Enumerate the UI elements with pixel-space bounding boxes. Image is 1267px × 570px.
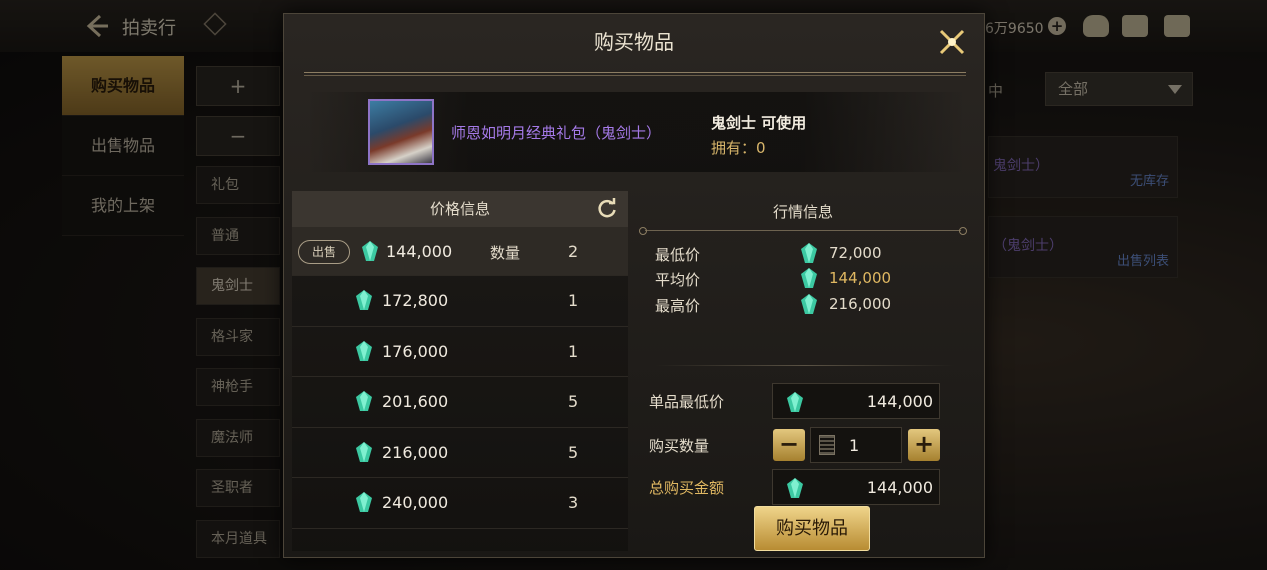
market-info-title: 行情信息 [772, 203, 833, 221]
dialog-title: 购买物品 [594, 30, 674, 54]
gem-icon [356, 492, 372, 512]
gem-icon [356, 290, 372, 310]
price-row[interactable]: 出售 144,000 数量 2 [292, 227, 628, 276]
gem-icon [787, 392, 803, 412]
gem-icon [362, 241, 378, 261]
min-price-label: 最低价 [655, 246, 701, 264]
price-row[interactable]: 176,000 1 [292, 327, 628, 377]
qty-value: 3 [568, 493, 579, 512]
max-price-label: 最高价 [655, 297, 701, 315]
price-info-header: 价格信息 [292, 191, 628, 227]
total-amount-label: 总购买金额 [649, 479, 725, 497]
gem-icon [787, 478, 803, 498]
price-value: 201,600 [382, 392, 449, 411]
min-price-value: 72,000 [829, 244, 882, 262]
avg-price-row: 平均价 144,000 [655, 268, 891, 290]
price-value: 144,000 [386, 242, 453, 261]
gem-icon [801, 268, 817, 288]
min-price-row: 最低价 72,000 [655, 243, 882, 265]
buy-item-dialog: 购买物品 师恩如明月经典礼包（鬼剑士） 鬼剑士 可使用 拥有：0 价格信息 出售… [283, 13, 985, 558]
price-row[interactable]: 201,600 5 [292, 377, 628, 428]
sell-badge: 出售 [298, 240, 350, 264]
buy-item-button[interactable]: 购买物品 [754, 506, 870, 551]
price-info-panel: 价格信息 出售 144,000 数量 2 172,800 1 176,000 1… [292, 191, 628, 551]
item-icon [368, 99, 434, 165]
decrease-qty-button[interactable]: − [773, 429, 805, 461]
price-row[interactable]: 216,000 5 [292, 428, 628, 478]
total-amount-field: 144,000 [772, 469, 940, 505]
increase-qty-button[interactable]: + [908, 429, 940, 461]
gem-icon [801, 243, 817, 263]
refresh-icon[interactable] [596, 197, 618, 219]
qty-value: 5 [568, 442, 579, 462]
price-value: 216,000 [382, 442, 449, 462]
quantity-value: 1 [849, 436, 860, 455]
job-usable-text: 鬼剑士 可使用 [711, 114, 807, 132]
gem-icon [356, 391, 372, 411]
gem-icon [356, 441, 372, 462]
qty-value: 5 [568, 392, 579, 411]
market-divider [639, 227, 967, 235]
qty-label: 数量 [490, 244, 521, 262]
gem-icon [356, 340, 372, 361]
qty-value: 1 [568, 291, 579, 310]
price-info-title: 价格信息 [429, 200, 490, 218]
price-row[interactable]: 240,000 3 [292, 478, 628, 529]
price-value: 172,800 [382, 291, 449, 310]
owned-count: 拥有：0 [711, 139, 766, 157]
avg-price-value: 144,000 [829, 269, 892, 287]
calculator-icon[interactable] [819, 435, 835, 455]
purchase-qty-label: 购买数量 [649, 437, 710, 455]
price-value: 240,000 [382, 493, 449, 512]
unit-min-price-label: 单品最低价 [649, 393, 725, 411]
price-value: 176,000 [382, 341, 449, 361]
title-divider [304, 72, 966, 76]
price-row[interactable]: 172,800 1 [292, 276, 628, 327]
section-divider [655, 365, 955, 366]
total-amount-value: 144,000 [866, 478, 933, 497]
max-price-row: 最高价 216,000 [655, 294, 891, 316]
avg-price-label: 平均价 [655, 271, 701, 289]
qty-value: 2 [568, 242, 579, 261]
unit-min-price-value: 144,000 [866, 392, 933, 411]
max-price-value: 216,000 [829, 295, 892, 313]
quantity-input[interactable]: 1 [810, 427, 902, 463]
item-name: 师恩如明月经典礼包（鬼剑士） [451, 124, 662, 142]
gem-icon [801, 294, 817, 314]
qty-value: 1 [568, 341, 579, 361]
close-icon[interactable] [936, 26, 968, 58]
unit-min-price-field: 144,000 [772, 383, 940, 419]
market-panel: 行情信息 最低价 72,000 平均价 144,000 最高价 216,000 … [635, 191, 975, 551]
